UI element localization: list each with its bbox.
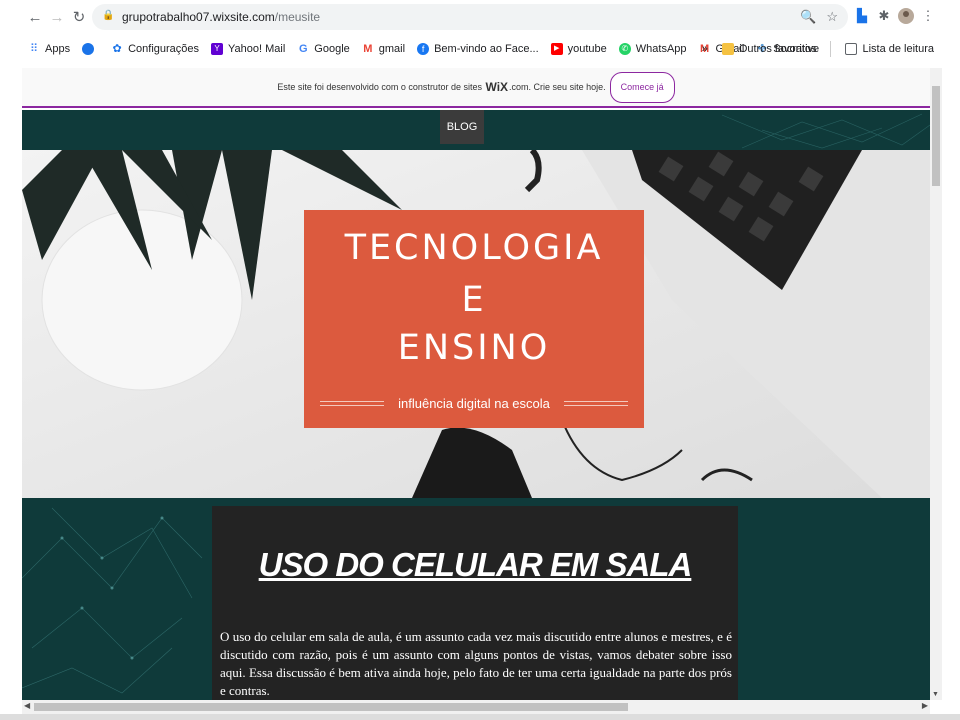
bookmark-yahoo-mail[interactable]: Y Yahoo! Mail [211, 43, 285, 55]
bookmark-globe[interactable] [82, 43, 99, 55]
bookmark-facebook[interactable]: f Bem-vindo ao Face... [417, 43, 539, 55]
wix-promo-banner: Este site foi desenvolvido com o constru… [22, 68, 930, 108]
reading-list-icon [845, 43, 858, 55]
youtube-icon: ▶ [550, 43, 563, 55]
settings-gear-icon: ✿ [112, 43, 122, 55]
bookmark-gmail-1[interactable]: Mgmail [362, 43, 405, 55]
window-bottom-edge [0, 714, 960, 720]
yahoo-icon: Y [211, 43, 224, 55]
hero-title-line-3: ENSINO [397, 328, 551, 368]
bookmark-configuracoes[interactable]: ✿ Configurações [111, 43, 199, 55]
bookmark-separator [830, 41, 832, 57]
folder-icon [721, 43, 734, 55]
reload-icon[interactable]: ↻ [68, 6, 90, 28]
article-card: USO DO CELULAR EM SALA O uso do celular … [212, 506, 738, 700]
url-host: grupotrabalho07.wixsite.com [122, 10, 275, 24]
scroll-down-arrow-icon[interactable]: ▼ [932, 691, 939, 698]
avatar-icon [898, 8, 914, 24]
horizontal-scrollbar[interactable]: ◀ ▶ [22, 700, 930, 714]
google-icon: G [299, 43, 308, 55]
subtitle-decorative-line-right [563, 401, 628, 406]
other-favorites[interactable]: Outros favoritos [721, 43, 816, 55]
article-body: O uso do celular em sala de aula, é um a… [220, 629, 732, 698]
article-section: USO DO CELULAR EM SALA O uso do celular … [22, 498, 930, 700]
site-nav-strip: BLOG [22, 110, 930, 150]
more-bookmarks-chevron-icon[interactable]: » [702, 43, 708, 55]
wix-logo: WiX [485, 80, 509, 94]
profile-avatar[interactable] [896, 6, 916, 26]
lock-icon: 🔒 [102, 10, 115, 21]
hero-subtitle-row: influência digital na escola [314, 396, 634, 411]
horizontal-scrollbar-thumb[interactable] [34, 703, 628, 711]
hero-title-line-2: E [461, 280, 487, 320]
apps-grid-icon: ⠿ [29, 43, 39, 55]
globe-icon [82, 43, 95, 55]
subtitle-decorative-line-left [320, 401, 385, 406]
gmail-icon: M [363, 43, 373, 55]
translate-extension-icon[interactable]: ▙ [852, 6, 872, 26]
wix-start-button[interactable]: Comece já [609, 71, 675, 103]
zoom-icon[interactable]: 🔍 [800, 9, 816, 25]
forward-arrow-icon[interactable]: → [46, 6, 68, 28]
page-viewport: Este site foi desenvolvido com o constru… [22, 68, 930, 700]
scroll-left-arrow-icon[interactable]: ◀ [24, 701, 30, 710]
wix-banner-text: Este site foi desenvolvido com o constru… [277, 82, 482, 92]
hero-section: TECNOLOGIA E ENSINO influência digital n… [22, 150, 930, 498]
menu-kebab-icon[interactable]: ⋮ [918, 6, 938, 26]
hero-title-box: TECNOLOGIA E ENSINO influência digital n… [304, 210, 644, 428]
star-bookmark-icon[interactable]: ☆ [826, 9, 838, 25]
reading-list[interactable]: Lista de leitura [845, 43, 934, 55]
page-left-gutter [0, 68, 22, 714]
bookmark-apps[interactable]: ⠿ Apps [28, 43, 70, 55]
bookmark-google[interactable]: G Google [297, 43, 350, 55]
back-arrow-icon[interactable]: ← [24, 6, 46, 28]
facebook-icon: f [417, 43, 430, 55]
url-path: /meusite [274, 10, 321, 24]
hero-subtitle: influência digital na escola [398, 396, 550, 411]
bookmarks-bar: ⠿ Apps ✿ Configurações Y Yahoo! Mail G Googl… [0, 34, 960, 64]
article-title: USO DO CELULAR EM SALA [258, 546, 693, 583]
scroll-right-arrow-icon[interactable]: ▶ [922, 701, 928, 710]
bookmark-youtube[interactable]: ▶ youtube [550, 43, 607, 55]
wix-banner-text-after: .com. Crie seu site hoje. [509, 82, 606, 92]
whatsapp-icon: ✆ [618, 43, 631, 55]
browser-toolbar: ← → ↻ 🔒 grupotrabalho07.wixsite.com/meus… [0, 0, 960, 34]
vertical-scrollbar[interactable]: ▼ [930, 68, 942, 700]
hero-title-line-1: TECNOLOGIA [344, 228, 604, 268]
bookmark-whatsapp[interactable]: ✆ WhatsApp [618, 43, 687, 55]
puzzle-extensions-icon[interactable]: ✱ [874, 6, 894, 26]
nav-blog-button[interactable]: BLOG [440, 110, 484, 144]
vertical-scrollbar-thumb[interactable] [932, 86, 940, 186]
address-bar[interactable]: 🔒 grupotrabalho07.wixsite.com/meusite 🔍 … [92, 4, 848, 30]
